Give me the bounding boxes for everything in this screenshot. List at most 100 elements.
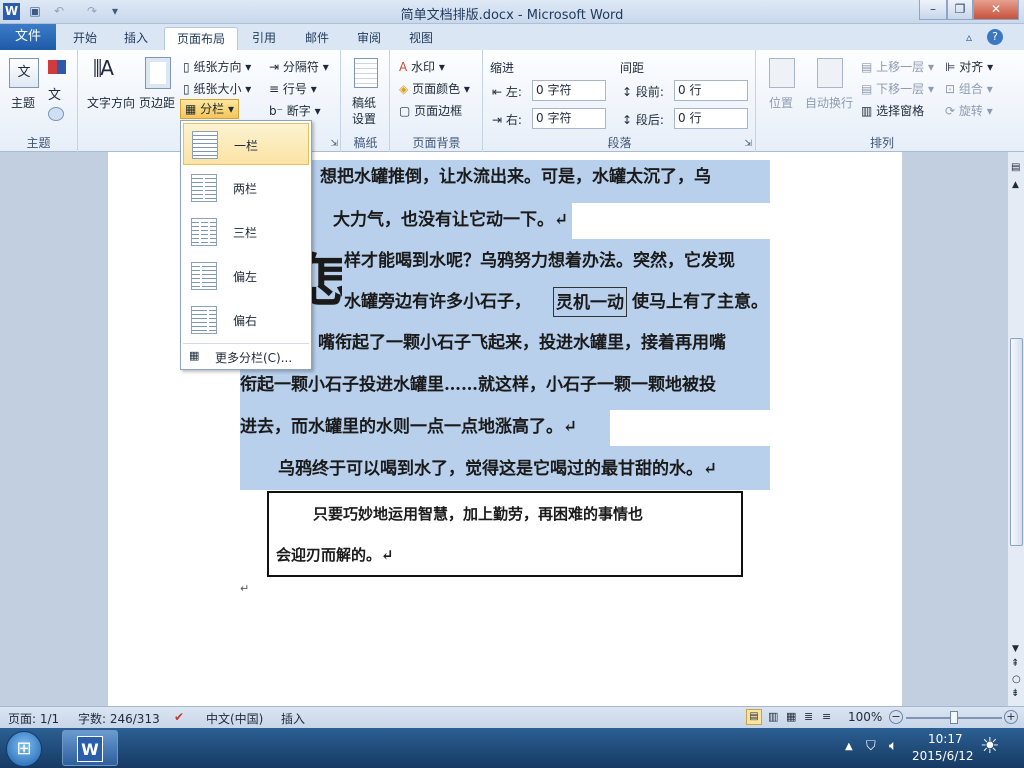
wrap-text-button[interactable]: 自动换行 xyxy=(805,94,853,111)
print-layout-view-icon[interactable]: ▤ xyxy=(746,709,762,725)
clock-date[interactable]: 2015/6/12 xyxy=(912,749,974,763)
tab-view[interactable]: 视图 xyxy=(400,27,442,50)
send-backward-button[interactable]: ▤ 下移一层 ▾ xyxy=(861,80,934,97)
volume-icon[interactable]: 🔈︎ xyxy=(889,738,897,754)
align-button[interactable]: ⊫ 对齐 ▾ xyxy=(945,58,993,75)
columns-option-one[interactable]: 一栏 xyxy=(183,123,309,165)
next-page-icon[interactable]: ⇟ xyxy=(1011,688,1019,699)
zoom-level[interactable]: 100% xyxy=(848,710,882,724)
theme-colors-icon[interactable] xyxy=(48,60,66,74)
hyphenation-button[interactable]: b⁻ 断字 ▾ xyxy=(269,102,321,119)
ruler-toggle-icon[interactable]: ▤ xyxy=(1011,162,1020,173)
manuscript-icon[interactable] xyxy=(354,58,378,88)
doc-line-5[interactable]: 嘴衔起了一颗小石子飞起来，投进水罐里，接着再用嘴 xyxy=(318,326,726,360)
tab-file[interactable]: 文件 xyxy=(0,24,56,50)
clock-time[interactable]: 10:17 xyxy=(928,732,963,746)
web-layout-icon[interactable]: ▦ xyxy=(786,710,796,723)
group-button[interactable]: ⊡ 组合 ▾ xyxy=(945,80,993,97)
position-button[interactable]: 位置 xyxy=(769,94,793,111)
breaks-button[interactable]: ⇥ 分隔符 ▾ xyxy=(269,58,329,75)
start-button[interactable]: ⊞ xyxy=(6,731,42,767)
text-direction-icon[interactable]: ⫼A xyxy=(93,56,125,88)
tab-page-layout[interactable]: 页面布局 xyxy=(164,27,238,50)
tab-home[interactable]: 开始 xyxy=(62,27,108,50)
close-button[interactable]: ✕ xyxy=(973,0,1019,20)
outline-view-icon[interactable]: ≣ xyxy=(804,710,813,723)
doc-line-2[interactable]: 大力气，也没有让它动一下。↵ xyxy=(333,203,568,237)
theme-fonts-icon[interactable]: 文 xyxy=(48,84,61,103)
columns-button[interactable]: ▦ 分栏 ▾ xyxy=(180,99,240,119)
orientation-button[interactable]: ▯ 纸张方向 ▾ xyxy=(183,58,251,75)
spacing-before-input[interactable]: 0 行 xyxy=(674,80,748,101)
manuscript-button-line1[interactable]: 稿纸 xyxy=(352,94,376,111)
margins-icon[interactable] xyxy=(145,57,171,89)
full-screen-reading-icon[interactable]: ▥ xyxy=(768,710,778,723)
zoom-slider-thumb[interactable] xyxy=(950,711,958,724)
browse-object-icon[interactable]: ○ xyxy=(1012,674,1021,685)
columns-option-two[interactable]: 两栏 xyxy=(183,167,309,209)
tab-references[interactable]: 引用 xyxy=(244,27,284,50)
vertical-scrollbar[interactable]: ▤ ▲ ▼ ⇞ ○ ⇟ xyxy=(1007,152,1024,706)
manuscript-button-line2[interactable]: 设置 xyxy=(352,110,376,127)
line-numbers-button[interactable]: ≡ 行号 ▾ xyxy=(269,80,317,97)
more-columns-option[interactable]: ▦ 更多分栏(C)... xyxy=(183,345,309,367)
weather-icon[interactable]: ☀ xyxy=(980,734,1000,759)
status-insert-mode[interactable]: 插入 xyxy=(281,710,305,727)
scroll-thumb[interactable] xyxy=(1010,338,1023,546)
text-box-line-2[interactable]: 会迎刃而解的。↵ xyxy=(276,538,394,572)
doc-line-8[interactable]: 乌鸦终于可以喝到水了，觉得这是它喝过的最甘甜的水。↵ xyxy=(278,452,717,486)
size-button[interactable]: ▯ 纸张大小 ▾ xyxy=(183,80,251,97)
minimize-ribbon-icon[interactable]: ▵ xyxy=(966,30,972,44)
status-page[interactable]: 页面: 1/1 xyxy=(8,710,59,727)
two-columns-icon xyxy=(191,174,217,202)
doc-line-4b[interactable]: 使马上有了主意。 xyxy=(632,285,768,319)
draft-view-icon[interactable]: ≡ xyxy=(822,710,831,723)
theme-effects-icon[interactable] xyxy=(48,107,64,121)
doc-line-6[interactable]: 衔起一颗小石子投进水罐里……就这样，小石子一颗一颗地被投 xyxy=(240,368,716,402)
doc-line-7[interactable]: 进去，而水罐里的水则一点一点地涨高了。↵ xyxy=(240,410,577,444)
scroll-up-icon[interactable]: ▲ xyxy=(1012,180,1019,190)
selection-pane-button[interactable]: ▥ 选择窗格 xyxy=(861,102,924,119)
indent-right-input[interactable]: 0 字符 xyxy=(532,108,606,129)
rotate-button[interactable]: ⟳ 旋转 ▾ xyxy=(945,102,993,119)
text-box-line-1[interactable]: 只要巧妙地运用智慧，加上勤劳，再困难的事情也 xyxy=(313,497,643,531)
bring-forward-button[interactable]: ▤ 上移一层 ▾ xyxy=(861,58,934,75)
taskbar-word-button[interactable]: W xyxy=(62,730,118,766)
page-color-button[interactable]: ◈ 页面颜色 ▾ xyxy=(399,80,470,97)
themes-icon[interactable]: 文 xyxy=(9,58,39,88)
prev-page-icon[interactable]: ⇞ xyxy=(1011,658,1019,669)
indent-left-input[interactable]: 0 字符 xyxy=(532,80,606,101)
doc-line-4a[interactable]: 水罐旁边有许多小石子， xyxy=(344,285,531,319)
status-word-count[interactable]: 字数: 246/313 xyxy=(78,710,160,727)
columns-option-three[interactable]: 三栏 xyxy=(183,211,309,253)
zoom-in-icon[interactable]: + xyxy=(1004,710,1018,724)
doc-highlight-phrase[interactable]: 灵机一动 xyxy=(553,287,627,317)
watermark-button[interactable]: A 水印 ▾ xyxy=(399,58,445,75)
tab-insert[interactable]: 插入 xyxy=(114,27,158,50)
columns-icon: ▦ xyxy=(185,102,197,116)
show-hidden-icons-icon[interactable]: ▲ xyxy=(845,741,853,752)
restore-button[interactable]: ❐ xyxy=(947,0,973,20)
margins-button[interactable]: 页边距 xyxy=(139,94,175,111)
help-icon[interactable]: ? xyxy=(987,29,1003,45)
doc-line-1[interactable]: 璃，想把水罐推倒，让水流出来。可是，水罐太沉了，乌 xyxy=(286,160,711,194)
spacing-after-input[interactable]: 0 行 xyxy=(674,108,748,129)
columns-option-right[interactable]: 偏右 xyxy=(183,299,309,341)
zoom-out-icon[interactable]: − xyxy=(889,710,903,724)
proofing-icon[interactable]: ✔ xyxy=(174,710,184,724)
page-setup-launcher-icon[interactable]: ⇲ xyxy=(330,139,338,149)
wrap-text-icon[interactable] xyxy=(817,58,843,88)
paragraph-launcher-icon[interactable]: ⇲ xyxy=(744,139,752,149)
action-center-icon[interactable]: ⛉ xyxy=(866,739,876,754)
tab-review[interactable]: 审阅 xyxy=(348,27,390,50)
minimize-button[interactable]: – xyxy=(919,0,947,20)
doc-line-3[interactable]: 样才能喝到水呢？乌鸦努力想着办法。突然，它发现 xyxy=(344,244,735,278)
tab-mailings[interactable]: 邮件 xyxy=(296,27,338,50)
page-borders-button[interactable]: ▢ 页面边框 xyxy=(399,102,462,119)
position-icon[interactable] xyxy=(769,58,795,88)
columns-option-left[interactable]: 偏左 xyxy=(183,255,309,297)
scroll-down-icon[interactable]: ▼ xyxy=(1012,644,1019,654)
themes-button[interactable]: 主题 xyxy=(11,94,35,111)
status-language[interactable]: 中文(中国) xyxy=(206,710,263,727)
text-direction-button[interactable]: 文字方向 xyxy=(87,94,135,111)
